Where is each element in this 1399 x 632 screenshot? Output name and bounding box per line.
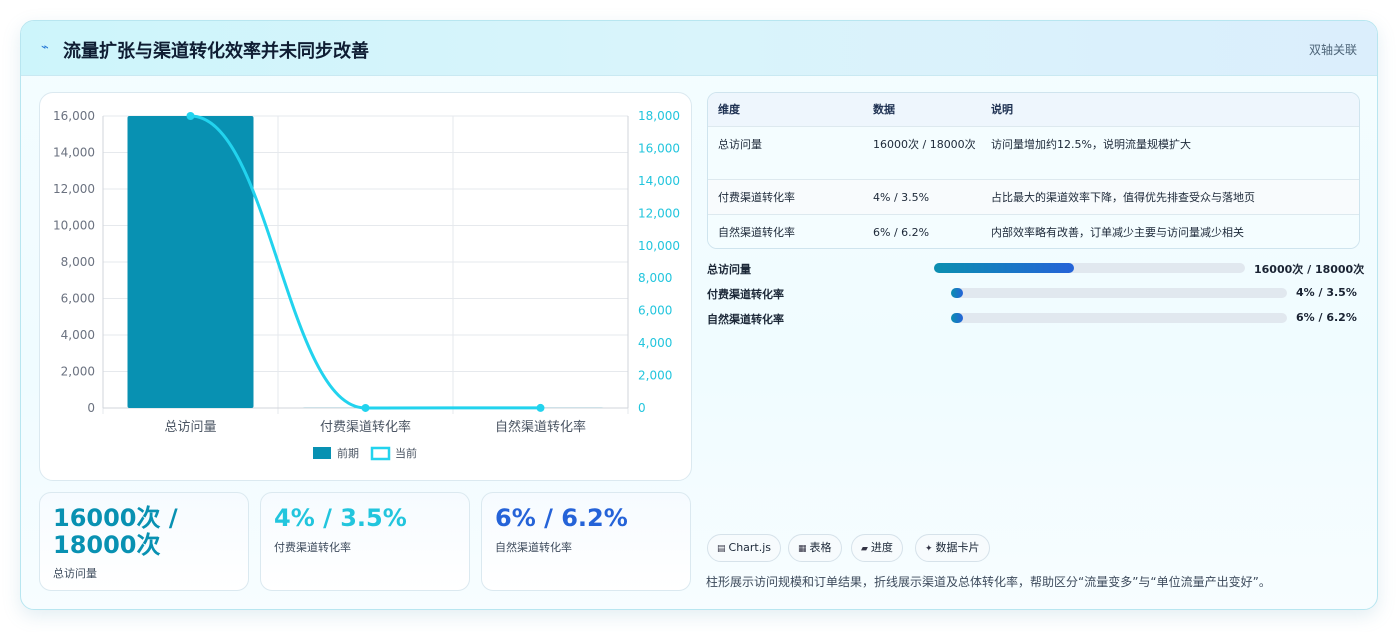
y-left-tick-label: 8,000 xyxy=(61,255,95,269)
bar xyxy=(127,116,254,408)
y-right-tick-label: 0 xyxy=(638,401,646,415)
table-cell: 内部效率略有改善，订单减少主要与访问量减少相关 xyxy=(991,226,1244,239)
stat-value: 6% / 6.2% xyxy=(495,504,628,532)
y-left-tick-label: 4,000 xyxy=(61,328,95,342)
line-point xyxy=(536,403,545,412)
table-header-cell: 维度 xyxy=(718,103,740,116)
dual-axis-badge: 双轴关联 xyxy=(1308,43,1357,57)
legend-label: 前期 xyxy=(337,446,359,460)
tag-chartjs[interactable]: ▤ Chart.js xyxy=(707,534,782,562)
table-row: 付费渠道转化率 4% / 3.5% 占比最大的渠道效率下降，值得优先排查受众与落… xyxy=(708,180,1359,215)
y-left-tick-label: 0 xyxy=(87,401,95,415)
stat-value: 4% / 3.5% xyxy=(274,504,407,532)
table-icon: ▦ xyxy=(798,544,807,554)
dual-axis-chart: 16,000 14,000 12,000 10,000 8,000 6,000 4,000 2… xyxy=(53,109,680,461)
tag-label: 表格 xyxy=(809,541,832,554)
progress-fill xyxy=(951,313,963,323)
tag-table[interactable]: ▦ 表格 xyxy=(788,534,842,562)
card-icon: ✦ xyxy=(925,544,933,554)
line-point xyxy=(186,112,195,120)
progress-fill xyxy=(934,263,1074,273)
y-left-tick-label: 10,000 xyxy=(53,219,95,233)
y-right-tick-label: 6,000 xyxy=(638,304,672,318)
y-right-tick-label: 18,000 xyxy=(638,109,680,123)
table-cell: 16000次 / 18000次 xyxy=(873,138,976,151)
data-table: 维度 数据 说明 总访问量 16000次 / 18000次 访问量增加约12.5… xyxy=(707,92,1360,249)
y-left-tick-label: 12,000 xyxy=(53,182,95,196)
y-left-tick-label: 6,000 xyxy=(61,292,95,306)
legend-label: 当前 xyxy=(395,446,417,460)
progress-track-visits xyxy=(934,263,1245,273)
progress-value: 6% / 6.2% xyxy=(1296,311,1357,324)
progress-fill xyxy=(951,288,963,298)
y-right-tick-label: 16,000 xyxy=(638,141,680,155)
y-right-tick-label: 8,000 xyxy=(638,271,672,285)
stat-card-paid: 4% / 3.5% 付费渠道转化率 xyxy=(260,492,470,591)
tag-progress[interactable]: ▰ 进度 xyxy=(851,534,903,562)
progress-value: 16000次 / 18000次 xyxy=(1254,263,1365,276)
table-header-cell: 数据 xyxy=(873,103,895,116)
stat-label: 自然渠道转化率 xyxy=(495,541,572,554)
table-row: 总访问量 16000次 / 18000次 访问量增加约12.5%，说明流量规模扩… xyxy=(708,127,1359,180)
progress-label: 付费渠道转化率 xyxy=(707,288,784,301)
table-cell: 占比最大的渠道效率下降，值得优先排查受众与落地页 xyxy=(991,191,1255,204)
progress-label: 自然渠道转化率 xyxy=(707,313,784,326)
table-cell: 访问量增加约12.5%，说明流量规模扩大 xyxy=(991,138,1191,151)
progress-track-organic xyxy=(951,313,1287,323)
progress-icon: ▰ xyxy=(861,544,868,554)
legend-swatch-line xyxy=(370,446,391,461)
chart-icon: ▤ xyxy=(717,544,726,554)
table-cell: 6% / 6.2% xyxy=(873,226,930,239)
x-tick-label: 自然渠道转化率 xyxy=(495,419,586,435)
progress-track-paid xyxy=(951,288,1287,298)
chart-panel: 16,000 14,000 12,000 10,000 8,000 6,000 4,000 2… xyxy=(39,92,692,481)
tag-data-card[interactable]: ✦ 数据卡片 xyxy=(915,534,990,562)
stat-card-visits: 16000次 / 18000次 总访问量 xyxy=(39,492,249,591)
page-title: 流量扩张与渠道转化效率并未同步改善 xyxy=(63,41,369,62)
x-tick-label: 付费渠道转化率 xyxy=(320,419,411,435)
y-right-tick-label: 12,000 xyxy=(638,206,680,220)
card-header: ⌁ 流量扩张与渠道转化效率并未同步改善 双轴关联 xyxy=(21,21,1377,76)
table-header-row: 维度 数据 说明 xyxy=(708,93,1359,127)
table-cell: 自然渠道转化率 xyxy=(718,226,795,239)
stat-label: 总访问量 xyxy=(53,567,97,580)
stat-label: 付费渠道转化率 xyxy=(274,541,351,554)
y-right-tick-label: 14,000 xyxy=(638,174,680,188)
footnote: 柱形展示访问规模和订单结果，折线展示渠道及总体转化率，帮助区分“流量变多”与“单… xyxy=(706,575,1271,589)
pulse-icon: ⌁ xyxy=(41,40,49,55)
table-row: 自然渠道转化率 6% / 6.2% 内部效率略有改善，订单减少主要与访问量减少相… xyxy=(708,215,1359,248)
y-left-tick-label: 16,000 xyxy=(53,109,95,123)
table-cell: 4% / 3.5% xyxy=(873,191,930,204)
progress-value: 4% / 3.5% xyxy=(1296,286,1357,299)
stat-card-organic: 6% / 6.2% 自然渠道转化率 xyxy=(481,492,691,591)
table-cell: 付费渠道转化率 xyxy=(718,191,795,204)
y-right-tick-label: 4,000 xyxy=(638,336,672,350)
stat-value: 16000次 / 18000次 xyxy=(53,504,178,559)
y-left-tick-label: 14,000 xyxy=(53,146,95,160)
legend-swatch-bar xyxy=(313,447,331,459)
tag-label: 进度 xyxy=(870,541,893,554)
y-left-tick-label: 2,000 xyxy=(61,365,95,379)
table-header-cell: 说明 xyxy=(991,103,1013,116)
line-point xyxy=(361,403,370,412)
table-cell: 总访问量 xyxy=(718,138,762,151)
progress-label: 总访问量 xyxy=(707,263,751,276)
y-right-tick-label: 10,000 xyxy=(638,239,680,253)
x-tick-label: 总访问量 xyxy=(164,420,216,435)
y-right-tick-label: 2,000 xyxy=(638,369,672,383)
tag-label: Chart.js xyxy=(728,541,772,554)
tag-label: 数据卡片 xyxy=(935,541,980,554)
